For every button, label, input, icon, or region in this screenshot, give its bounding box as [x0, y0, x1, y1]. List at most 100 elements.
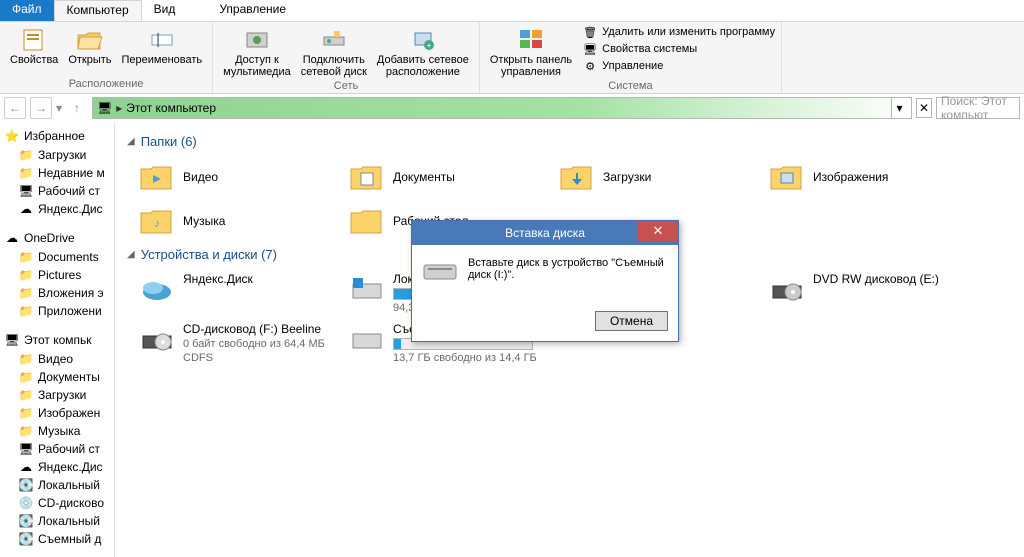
properties-button[interactable]: Свойства — [6, 24, 62, 78]
nav-forward-button[interactable]: → — [30, 97, 52, 119]
folder-video-icon — [139, 159, 175, 195]
svg-text:+: + — [427, 41, 432, 50]
sidebar-item[interactable]: 📁Видео — [0, 350, 114, 368]
uninstall-icon: 🗑 — [582, 24, 598, 40]
breadcrumb[interactable]: 🖥 ▸ Этот компьютер ▾ — [92, 97, 912, 119]
folder-open-icon — [74, 26, 106, 54]
sidebar-item[interactable]: 📁Приложени — [0, 302, 114, 320]
nav-up-button[interactable]: ↑ — [66, 97, 88, 119]
folder-icon: 📁 — [18, 303, 34, 319]
sidebar-item[interactable]: 📁Загрузки — [0, 386, 114, 404]
group-system-label: Система — [608, 80, 652, 93]
folder-music-icon: ♪ — [139, 203, 175, 239]
sidebar-item[interactable]: 💿CD-дисково — [0, 494, 114, 512]
rename-button[interactable]: Переименовать — [118, 24, 207, 78]
ribbon: Свойства Открыть Переименовать Расположе… — [0, 22, 1024, 94]
folder-icon: 📁 — [18, 285, 34, 301]
tab-view[interactable]: Вид — [142, 0, 188, 21]
hdd-icon — [349, 272, 385, 308]
tab-computer[interactable]: Компьютер — [54, 0, 142, 21]
folder-docs-icon — [349, 159, 385, 195]
system-props-button[interactable]: 🖥Свойства системы — [582, 41, 775, 57]
group-location-label: Расположение — [69, 78, 144, 91]
map-netdrive-button[interactable]: Подключить сетевой диск — [297, 24, 371, 80]
folder-desktop-icon — [349, 203, 385, 239]
tab-manage[interactable]: Управление — [207, 0, 298, 21]
sidebar-item[interactable]: 📁Недавние м — [0, 164, 114, 182]
folders-section-header[interactable]: ◢Папки (6) — [127, 134, 1012, 149]
dvd-icon — [769, 272, 805, 308]
sidebar-item[interactable]: 📁Вложения э — [0, 284, 114, 302]
ribbon-group-location: Свойства Открыть Переименовать Расположе… — [0, 22, 213, 93]
ribbon-group-system: Открыть панель управления 🗑Удалить или и… — [480, 22, 782, 93]
manage-button[interactable]: ⚙Управление — [582, 58, 775, 74]
open-button[interactable]: Открыть — [64, 24, 115, 78]
sidebar-item[interactable]: 💽Локальный — [0, 476, 114, 494]
sidebar-item[interactable]: 📁Documents — [0, 248, 114, 266]
nav-dropdown-icon[interactable]: ▾ — [56, 101, 62, 115]
breadcrumb-dropdown-icon[interactable]: ▾ — [891, 98, 907, 118]
removable-icon — [349, 322, 385, 358]
sidebar-item[interactable]: ☁Яндекс.Дис — [0, 200, 114, 218]
sidebar-item[interactable]: 💽Съемный д — [0, 530, 114, 548]
navbar: ← → ▾ ↑ 🖥 ▸ Этот компьютер ▾ ✕ Поиск: Эт… — [0, 94, 1024, 122]
folder-music[interactable]: ♪Музыка — [137, 201, 337, 241]
add-netlocation-icon: + — [407, 26, 439, 54]
pc-icon: 🖥 — [4, 332, 20, 348]
dialog-titlebar[interactable]: Вставка диска ✕ — [412, 221, 678, 245]
collapse-icon: ◢ — [127, 249, 135, 260]
sidebar-favorites-header[interactable]: ⭐Избранное — [0, 126, 114, 146]
sidebar-item[interactable]: 📁Pictures — [0, 266, 114, 284]
folder-icon: 📁 — [18, 147, 34, 163]
drive-icon: 💽 — [18, 531, 34, 547]
pc-icon: 🖥 — [97, 101, 112, 115]
sidebar-thispc-header[interactable]: 🖥Этот компьк — [0, 330, 114, 350]
drive-icon: 💽 — [18, 477, 34, 493]
rename-icon — [146, 26, 178, 54]
folder-downloads-icon — [559, 159, 595, 195]
folder-video[interactable]: Видео — [137, 157, 337, 197]
sidebar-item[interactable]: 💽Локальный — [0, 512, 114, 530]
ribbon-group-network: Доступ к мультимедиа Подключить сетевой … — [213, 22, 480, 93]
yandex-icon: ☁ — [18, 459, 34, 475]
drive-dvd[interactable]: DVD RW дисковод (E:) — [767, 270, 967, 316]
folder-documents[interactable]: Документы — [347, 157, 547, 197]
star-icon: ⭐ — [4, 128, 20, 144]
collapse-icon: ◢ — [127, 136, 135, 147]
control-panel-button[interactable]: Открыть панель управления — [486, 24, 576, 80]
search-input[interactable]: Поиск: Этот компьют — [936, 97, 1020, 119]
dialog-message: Вставьте диск в устройство "Съемный диск… — [468, 257, 668, 301]
folder-icon: 📁 — [18, 249, 34, 265]
uninstall-button[interactable]: 🗑Удалить или изменить программу — [582, 24, 775, 40]
tab-file[interactable]: Файл — [0, 0, 54, 21]
drive-icon: 💽 — [18, 513, 34, 529]
onedrive-icon: ☁ — [4, 230, 20, 246]
folder-icon: 📁 — [18, 423, 34, 439]
dialog-title-text: Вставка диска — [505, 226, 585, 240]
nav-back-button[interactable]: ← — [4, 97, 26, 119]
sidebar-item[interactable]: 🖥Рабочий ст — [0, 182, 114, 200]
sidebar-item[interactable]: 📁Изображен — [0, 404, 114, 422]
breadcrumb-path: Этот компьютер — [126, 101, 216, 115]
folder-icon: 📁 — [18, 267, 34, 283]
sidebar-item[interactable]: 📁Документы — [0, 368, 114, 386]
yandex-icon: ☁ — [18, 201, 34, 217]
dialog-close-button[interactable]: ✕ — [638, 221, 678, 241]
drive-yandex[interactable]: Яндекс.Диск — [137, 270, 337, 316]
sidebar-item[interactable]: 📁Загрузки — [0, 146, 114, 164]
cancel-button[interactable]: Отмена — [595, 311, 668, 331]
sidebar-item[interactable]: 🖥Рабочий ст — [0, 440, 114, 458]
sidebar-onedrive-header[interactable]: ☁OneDrive — [0, 228, 114, 248]
sidebar-item[interactable]: 📁Музыка — [0, 422, 114, 440]
drive-cdrom[interactable]: CD-дисковод (F:) Beeline0 байт свободно … — [137, 320, 337, 366]
sidebar-item[interactable]: ☁Яндекс.Дис — [0, 458, 114, 476]
desktop-icon: 🖥 — [18, 183, 34, 199]
folder-downloads[interactable]: Загрузки — [557, 157, 757, 197]
add-netlocation-button[interactable]: + Добавить сетевое расположение — [373, 24, 473, 80]
media-access-button[interactable]: Доступ к мультимедиа — [219, 24, 295, 80]
sysprops-icon: 🖥 — [582, 41, 598, 57]
folder-pictures[interactable]: Изображения — [767, 157, 967, 197]
close-path-icon[interactable]: ✕ — [916, 98, 932, 118]
control-panel-icon — [515, 26, 547, 54]
ribbon-tabs: Файл Компьютер Вид Управление — [0, 0, 1024, 22]
